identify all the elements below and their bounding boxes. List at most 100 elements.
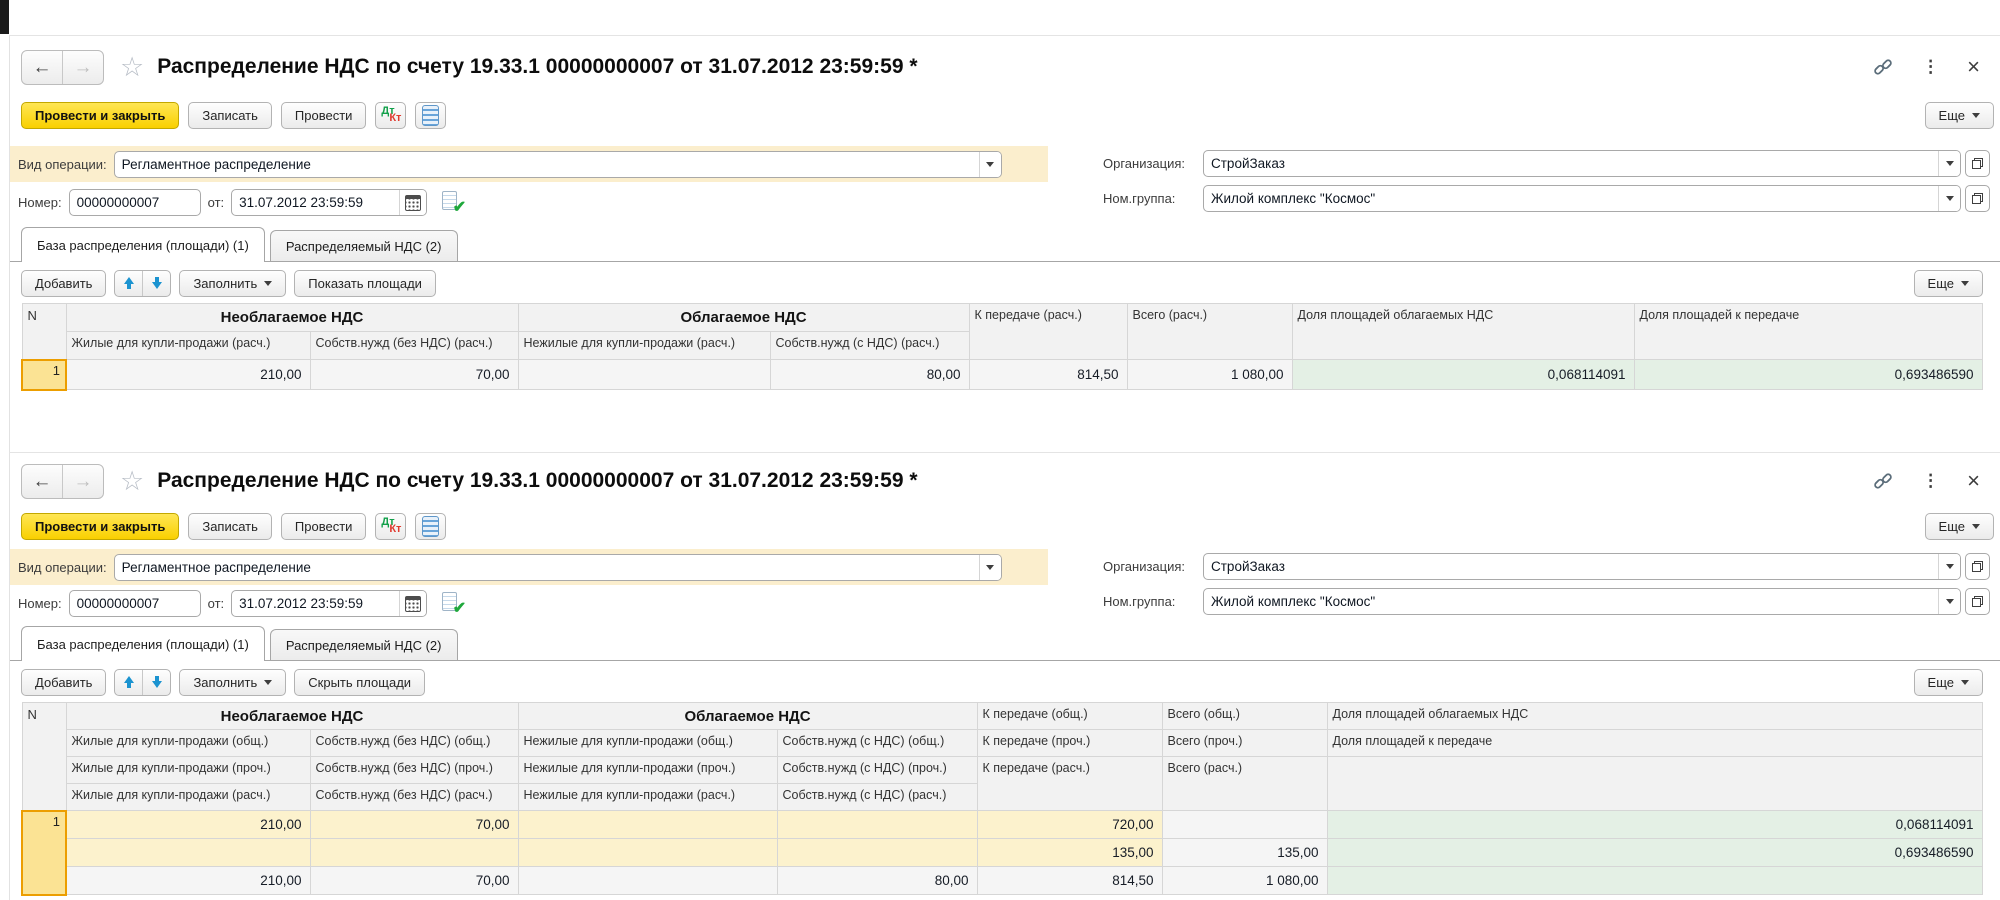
dtkt-postings-button[interactable]: Дт Кт — [375, 102, 406, 129]
add-button[interactable]: Добавить — [21, 270, 106, 297]
open-form-icon — [1972, 193, 1983, 204]
table-more-button[interactable]: Еще — [1914, 669, 1983, 696]
dropdown-button[interactable] — [1938, 554, 1960, 579]
table-cell[interactable]: 210,00 — [66, 811, 310, 839]
table-cell[interactable] — [518, 867, 777, 895]
number-input[interactable]: 00000000007 — [69, 590, 201, 617]
table-cell[interactable]: 814,50 — [977, 867, 1162, 895]
table-row: 210,00 70,00 80,00 814,50 1 080,00 — [22, 867, 1982, 895]
table-cell[interactable]: 70,00 — [310, 811, 518, 839]
number-input[interactable]: 00000000007 — [69, 189, 201, 216]
table-cell[interactable]: 0,693486590 — [1634, 360, 1982, 390]
operation-type-input[interactable]: Регламентное распределение — [114, 554, 1002, 581]
close-icon[interactable]: × — [1967, 470, 1980, 492]
column-header-sub: Собств.нужд (с НДС) (расч.) — [777, 784, 977, 811]
table-cell[interactable]: 70,00 — [310, 867, 518, 895]
table-cell[interactable]: 0,068114091 — [1292, 360, 1634, 390]
table-cell[interactable]: 0,068114091 — [1327, 811, 1982, 839]
tab-distribution-base[interactable]: База распределения (площади) (1) — [21, 626, 265, 661]
dropdown-button[interactable] — [1938, 186, 1960, 211]
write-button[interactable]: Записать — [188, 102, 272, 129]
date-input[interactable]: 31.07.2012 23:59:59 — [231, 189, 427, 216]
organization-input[interactable]: СтройЗаказ — [1203, 150, 1961, 177]
dropdown-button[interactable] — [1938, 151, 1960, 176]
document-journal-button[interactable] — [415, 102, 446, 129]
table-cell[interactable]: 210,00 — [66, 867, 310, 895]
date-input[interactable]: 31.07.2012 23:59:59 — [231, 590, 427, 617]
table-cell[interactable] — [777, 839, 977, 867]
table-cell[interactable] — [777, 811, 977, 839]
add-button[interactable]: Добавить — [21, 669, 106, 696]
favorites-star-icon[interactable]: ☆ — [120, 54, 144, 81]
table-cell[interactable]: 80,00 — [770, 360, 969, 390]
dropdown-button[interactable] — [979, 152, 1001, 177]
move-up-button[interactable] — [115, 670, 142, 695]
table-cell[interactable]: 70,00 — [310, 360, 518, 390]
column-header-sub: Нежилые для купли-продажи (расч.) — [518, 784, 777, 811]
post-and-close-button[interactable]: Провести и закрыть — [21, 513, 179, 540]
nomenclature-group-input[interactable]: Жилой комплекс "Космос" — [1203, 185, 1961, 212]
dropdown-button[interactable] — [979, 555, 1001, 580]
table-cell[interactable]: 135,00 — [977, 839, 1162, 867]
open-button[interactable] — [1965, 185, 1990, 212]
table-cell[interactable]: 135,00 — [1162, 839, 1327, 867]
post-button[interactable]: Провести — [281, 102, 367, 129]
forward-button[interactable]: → — [62, 51, 103, 84]
move-down-button[interactable] — [142, 271, 170, 296]
post-button[interactable]: Провести — [281, 513, 367, 540]
move-down-button[interactable] — [142, 670, 170, 695]
nomenclature-group-input[interactable]: Жилой комплекс "Космос" — [1203, 588, 1961, 615]
back-button[interactable]: ← — [22, 51, 62, 84]
tab-distributed-vat[interactable]: Распределяемый НДС (2) — [270, 230, 458, 261]
dropdown-button[interactable] — [1938, 589, 1960, 614]
more-button[interactable]: Еще — [1925, 513, 1994, 540]
table-cell[interactable]: 0,693486590 — [1327, 839, 1982, 867]
toggle-areas-button[interactable]: Скрыть площади — [294, 669, 425, 696]
write-button[interactable]: Записать — [188, 513, 272, 540]
table-cell[interactable] — [1327, 867, 1982, 895]
calendar-button[interactable] — [399, 190, 426, 215]
more-menu-icon[interactable]: ⋮ — [1922, 471, 1939, 491]
post-and-close-button[interactable]: Провести и закрыть — [21, 102, 179, 129]
up-arrow-icon — [124, 676, 134, 683]
table-cell[interactable]: 814,50 — [969, 360, 1127, 390]
more-menu-icon[interactable]: ⋮ — [1922, 57, 1939, 77]
table-cell[interactable] — [66, 839, 310, 867]
favorites-star-icon[interactable]: ☆ — [120, 468, 144, 495]
document-journal-button[interactable] — [415, 513, 446, 540]
tab-distributed-vat[interactable]: Распределяемый НДС (2) — [270, 629, 458, 660]
calendar-button[interactable] — [399, 591, 426, 616]
table-cell[interactable] — [518, 360, 770, 390]
open-button[interactable] — [1965, 588, 1990, 615]
link-icon[interactable] — [1872, 470, 1894, 492]
fill-button[interactable]: Заполнить — [179, 669, 286, 696]
row-number-cell[interactable]: 1 — [22, 360, 66, 390]
nomenclature-group-row: Ном.группа: Жилой комплекс "Космос" — [1103, 185, 1990, 212]
back-button[interactable]: ← — [22, 465, 62, 498]
table-cell[interactable]: 1 080,00 — [1127, 360, 1292, 390]
table-cell[interactable]: 1 080,00 — [1162, 867, 1327, 895]
link-icon[interactable] — [1872, 56, 1894, 78]
table-cell[interactable]: 720,00 — [977, 811, 1162, 839]
dtkt-postings-button[interactable]: Дт Кт — [375, 513, 406, 540]
organization-input[interactable]: СтройЗаказ — [1203, 553, 1961, 580]
table-cell[interactable]: 210,00 — [66, 360, 310, 390]
more-button[interactable]: Еще — [1925, 102, 1994, 129]
operation-type-input[interactable]: Регламентное распределение — [114, 151, 1002, 178]
table-cell[interactable] — [518, 839, 777, 867]
posted-document-icon: ✔ — [440, 191, 465, 214]
table-cell[interactable] — [310, 839, 518, 867]
table-more-button[interactable]: Еще — [1914, 270, 1983, 297]
move-up-button[interactable] — [115, 271, 142, 296]
tab-distribution-base[interactable]: База распределения (площади) (1) — [21, 227, 265, 262]
table-cell[interactable] — [1162, 811, 1327, 839]
open-button[interactable] — [1965, 150, 1990, 177]
table-cell[interactable]: 80,00 — [777, 867, 977, 895]
row-number-cell[interactable]: 1 — [22, 811, 66, 895]
open-button[interactable] — [1965, 553, 1990, 580]
toggle-areas-button[interactable]: Показать площади — [294, 270, 436, 297]
forward-button[interactable]: → — [62, 465, 103, 498]
table-cell[interactable] — [518, 811, 777, 839]
close-icon[interactable]: × — [1967, 56, 1980, 78]
fill-button[interactable]: Заполнить — [179, 270, 286, 297]
